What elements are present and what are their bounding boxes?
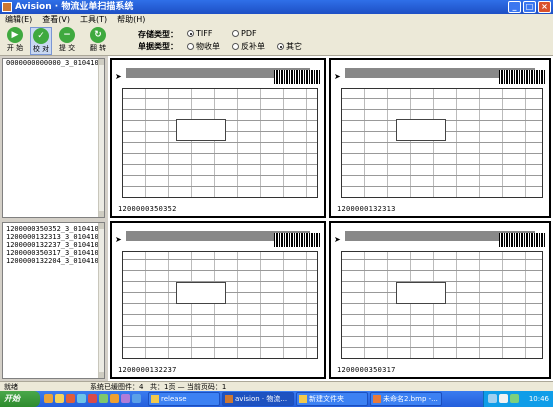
document-number: 1200000132313 — [337, 205, 396, 213]
app-icon — [2, 2, 12, 12]
stamp — [396, 119, 447, 142]
form-grid — [341, 88, 543, 198]
barcode — [499, 70, 545, 84]
document-number: 1200000350352 — [118, 205, 177, 213]
scrollbar[interactable] — [98, 223, 104, 378]
logo-icon: ➤ — [115, 72, 122, 81]
document-thumbnail[interactable]: ➤ 1200000350352 — [110, 58, 326, 218]
doctype-other-radio[interactable]: 其它 — [277, 41, 302, 52]
storage-type-label: 存储类型： — [138, 30, 178, 39]
clock[interactable]: 10:46 — [529, 391, 549, 407]
start-button[interactable]: ▶ 开 始 — [4, 27, 26, 55]
form-grid — [122, 88, 318, 198]
maximize-button[interactable]: □ — [523, 1, 536, 13]
document-viewer: ➤ 1200000350352 ➤ 1200000132313 ➤ 120000… — [108, 56, 553, 381]
document-number: 1200000132237 — [118, 366, 177, 374]
document-thumbnail[interactable]: ➤ 1200000132237 — [110, 221, 326, 379]
menu-bar: 编辑(E) 查看(V) 工具(T) 帮助(H) — [0, 14, 553, 26]
window-title: Avision · 物流业单扫描系统 — [15, 2, 134, 12]
toolbar: ▶ 开 始 ✓ 校 对 − 提 交 ↻ 翻 转 存储类型： TIFF PDF 单… — [0, 26, 553, 56]
quicklaunch-icon[interactable] — [132, 394, 141, 403]
list-item[interactable]: 1200000350317_3_0104103 — [3, 249, 104, 257]
minus-icon: − — [59, 27, 75, 43]
quicklaunch-icon[interactable] — [110, 394, 119, 403]
folder-icon — [151, 395, 159, 403]
quicklaunch-icon[interactable] — [88, 394, 97, 403]
logo-icon: ➤ — [115, 235, 122, 244]
bottom-file-list: 1200000350352_3_0104103 1200000132313_3_… — [2, 222, 105, 379]
document-thumbnail[interactable]: ➤ 1200000350317 — [329, 221, 551, 379]
stamp — [175, 281, 226, 304]
rotate-button[interactable]: ↻ 翻 转 — [84, 27, 112, 55]
tray-icon[interactable] — [488, 394, 497, 403]
menu-help[interactable]: 帮助(H) — [112, 14, 150, 26]
network-icon[interactable] — [510, 394, 519, 403]
radio-icon — [232, 43, 239, 50]
doctype-return-radio[interactable]: 反补单 — [232, 41, 265, 52]
top-file-list: 0000000000000_3_0104103 — [2, 58, 105, 218]
system-tray: 10:46 — [483, 391, 553, 407]
quicklaunch-icon[interactable] — [121, 394, 130, 403]
close-button[interactable]: × — [538, 1, 551, 13]
storage-pdf-radio[interactable]: PDF — [232, 29, 257, 38]
barcode — [499, 233, 545, 247]
paint-icon — [373, 395, 381, 403]
radio-icon — [187, 43, 194, 50]
minimize-button[interactable]: _ — [508, 1, 521, 13]
title-bar: Avision · 物流业单扫描系统 _ □ × — [0, 0, 553, 14]
submit-button[interactable]: − 提 交 — [56, 27, 78, 55]
menu-edit[interactable]: 编辑(E) — [0, 14, 37, 26]
list-item[interactable]: 1200000132313_3_0104103 — [3, 233, 104, 241]
form-grid — [341, 251, 543, 359]
task-release[interactable]: release — [148, 392, 220, 406]
document-number: 1200000350317 — [337, 366, 396, 374]
app-icon — [225, 395, 233, 403]
list-item[interactable]: 1200000132204_3_0104103 — [3, 257, 104, 265]
quicklaunch-icon[interactable] — [66, 394, 75, 403]
quicklaunch-icon[interactable] — [77, 394, 86, 403]
rotate-icon: ↻ — [90, 27, 106, 43]
quicklaunch-icon[interactable] — [55, 394, 64, 403]
taskbar: 开始 release avision · 物流... 新建文件夹 未命名2.bm… — [0, 391, 553, 407]
list-item[interactable]: 0000000000000_3_0104103 — [3, 59, 104, 67]
status-bar: 就绪 系统已缓图件：4 共：1页 — 当前页码：1 — [0, 381, 553, 391]
doctype-receipt-radio[interactable]: 物收单 — [187, 41, 220, 52]
radio-selected-icon — [187, 30, 194, 37]
quicklaunch-icon[interactable] — [99, 394, 108, 403]
task-paint[interactable]: 未命名2.bmp -... — [370, 392, 442, 406]
menu-view[interactable]: 查看(V) — [37, 14, 75, 26]
radio-icon — [232, 30, 239, 37]
list-item[interactable]: 1200000132237_3_0104103 — [3, 241, 104, 249]
volume-icon[interactable] — [499, 394, 508, 403]
verify-button[interactable]: ✓ 校 对 — [30, 27, 52, 55]
radio-selected-icon — [277, 43, 284, 50]
task-avision[interactable]: avision · 物流... — [222, 392, 294, 406]
stamp — [396, 281, 447, 304]
document-thumbnail[interactable]: ➤ 1200000132313 — [329, 58, 551, 218]
scrollbar[interactable] — [98, 59, 104, 217]
barcode — [274, 233, 320, 247]
play-icon: ▶ — [7, 27, 23, 43]
quicklaunch-icon[interactable] — [44, 394, 53, 403]
task-new-folder[interactable]: 新建文件夹 — [296, 392, 368, 406]
start-menu-button[interactable]: 开始 — [0, 391, 40, 407]
storage-tiff-radio[interactable]: TIFF — [187, 29, 212, 38]
logo-icon: ➤ — [334, 235, 341, 244]
check-icon: ✓ — [33, 28, 49, 44]
logo-icon: ➤ — [334, 72, 341, 81]
barcode — [274, 70, 320, 84]
folder-icon — [299, 395, 307, 403]
doc-type-label: 单据类型： — [138, 42, 178, 51]
stamp — [175, 119, 226, 142]
menu-tools[interactable]: 工具(T) — [75, 14, 112, 26]
form-grid — [122, 251, 318, 359]
list-item[interactable]: 1200000350352_3_0104103 — [3, 225, 104, 233]
